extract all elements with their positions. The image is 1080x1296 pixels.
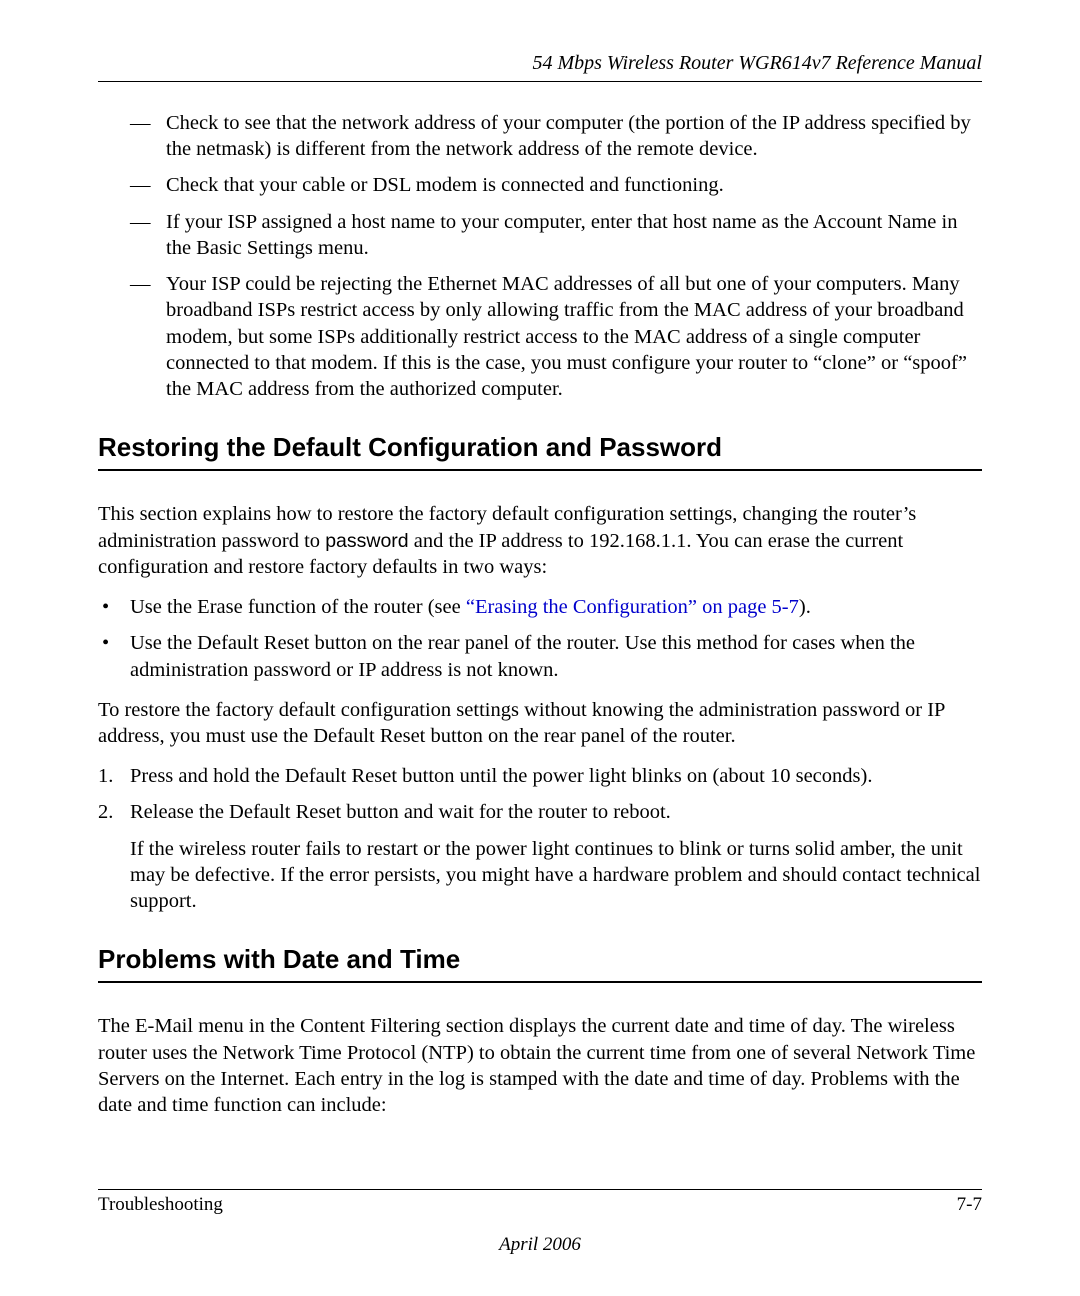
section-heading-datetime: Problems with Date and Time xyxy=(98,944,982,983)
dash-list: Check to see that the network address of… xyxy=(98,110,982,402)
bullet-item: Use the Erase function of the router (se… xyxy=(98,594,982,620)
footer-date: April 2006 xyxy=(98,1234,982,1256)
text: Press and hold the Default Reset button … xyxy=(130,765,872,787)
running-header: 54 Mbps Wireless Router WGR614v7 Referen… xyxy=(98,52,982,82)
step-note: If the wireless router fails to restart … xyxy=(130,836,982,915)
bullet-item: Use the Default Reset button on the rear… xyxy=(98,630,982,682)
body-paragraph: To restore the factory default configura… xyxy=(98,697,982,749)
inline-code: password xyxy=(325,530,408,552)
step-item: Press and hold the Default Reset button … xyxy=(98,763,982,789)
text: Release the Default Reset button and wai… xyxy=(130,801,671,823)
dash-item: If your ISP assigned a host name to your… xyxy=(130,209,982,261)
page-footer: Troubleshooting 7-7 April 2006 xyxy=(98,1169,982,1256)
step-item: Release the Default Reset button and wai… xyxy=(98,799,982,914)
body-paragraph: This section explains how to restore the… xyxy=(98,501,982,580)
text: Use the Erase function of the router (se… xyxy=(130,596,466,618)
numbered-list: Press and hold the Default Reset button … xyxy=(98,763,982,914)
footer-section-label: Troubleshooting xyxy=(98,1194,223,1216)
bullet-list: Use the Erase function of the router (se… xyxy=(98,594,982,683)
page-number: 7-7 xyxy=(957,1194,982,1216)
dash-item: Check that your cable or DSL modem is co… xyxy=(130,172,982,198)
dash-item: Your ISP could be rejecting the Ethernet… xyxy=(130,271,982,402)
body-paragraph: The E-Mail menu in the Content Filtering… xyxy=(98,1013,982,1118)
dash-item: Check to see that the network address of… xyxy=(130,110,982,162)
document-page: 54 Mbps Wireless Router WGR614v7 Referen… xyxy=(0,0,1080,1296)
cross-reference-link[interactable]: “Erasing the Configuration” on page 5-7 xyxy=(466,596,799,618)
text: ). xyxy=(799,596,811,618)
section-heading-restoring: Restoring the Default Configuration and … xyxy=(98,432,982,471)
